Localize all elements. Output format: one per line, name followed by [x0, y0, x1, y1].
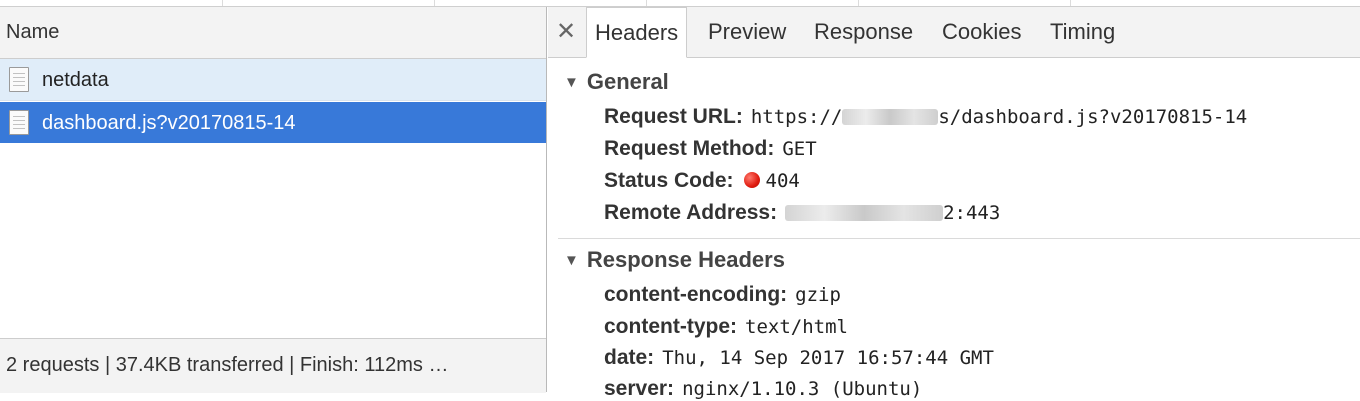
redacted-host	[842, 109, 939, 125]
remote-address-row: Remote Address: 2:443	[604, 201, 1001, 224]
disclosure-triangle-icon: ▼	[564, 252, 579, 269]
status-code-value: 404	[765, 170, 800, 192]
section-divider	[558, 238, 1360, 239]
request-row-selected[interactable]: dashboard.js?v20170815-14	[0, 102, 546, 143]
request-method-row: Request Method: GET	[604, 137, 817, 160]
response-headers-section-toggle[interactable]: ▼ Response Headers	[564, 247, 785, 273]
name-column-header[interactable]: Name	[0, 7, 546, 59]
network-summary-text: 2 requests | 37.4KB transferred | Finish…	[6, 354, 449, 376]
details-tabbar: ✕ Headers Preview Response Cookies Timin…	[548, 7, 1360, 58]
name-column-label: Name	[6, 21, 60, 43]
file-icon	[9, 67, 29, 92]
request-name: netdata	[42, 69, 109, 91]
tab-timing[interactable]: Timing	[1050, 7, 1115, 57]
tab-headers[interactable]: Headers	[586, 7, 688, 58]
disclosure-triangle-icon: ▼	[564, 74, 579, 91]
response-headers-section-title: Response Headers	[586, 247, 785, 272]
request-url-value[interactable]: https://s/dashboard.js?v20170815-14	[751, 106, 1247, 128]
general-section-title: General	[586, 69, 669, 94]
tab-response[interactable]: Response	[814, 7, 913, 57]
response-header-row: server: nginx/1.10.3 (Ubuntu)	[604, 377, 923, 400]
request-details-pane: ✕ Headers Preview Response Cookies Timin…	[548, 7, 1360, 400]
close-icon[interactable]: ✕	[556, 17, 576, 46]
network-summary-bar: 2 requests | 37.4KB transferred | Finish…	[0, 338, 546, 393]
file-icon	[9, 110, 29, 135]
response-header-row: date: Thu, 14 Sep 2017 16:57:44 GMT	[604, 346, 994, 369]
request-url-row: Request URL: https://s/dashboard.js?v2017…	[604, 105, 1248, 128]
tab-preview[interactable]: Preview	[708, 7, 786, 57]
status-error-dot-icon	[743, 172, 760, 188]
request-row[interactable]: netdata	[0, 59, 546, 101]
timeline-strip	[0, 0, 1360, 7]
response-header-row: content-type: text/html	[604, 315, 848, 338]
redacted-ip	[785, 205, 944, 221]
request-name: dashboard.js?v20170815-14	[42, 112, 296, 134]
status-code-row: Status Code: 404	[604, 169, 800, 192]
general-section-toggle[interactable]: ▼ General	[564, 69, 669, 95]
tab-cookies[interactable]: Cookies	[942, 7, 1021, 57]
request-list-pane: Name netdata dashboard.js?v20170815-14 2…	[0, 7, 547, 393]
response-header-row: content-encoding: gzip	[604, 283, 841, 306]
